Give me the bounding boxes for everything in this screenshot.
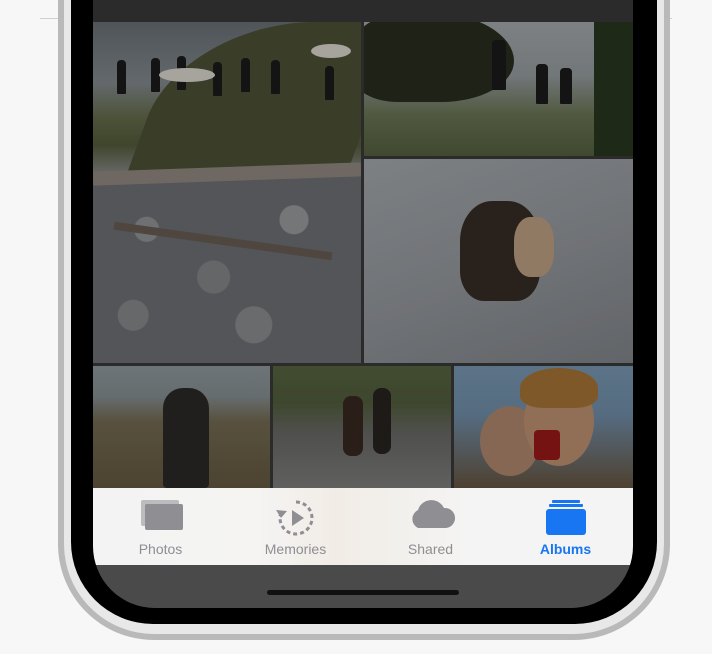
- tab-albums-label: Albums: [539, 541, 592, 557]
- cloud-icon: [406, 498, 456, 537]
- tab-memories[interactable]: Memories: [228, 488, 363, 565]
- tab-memories-label: Memories: [264, 541, 327, 557]
- photo-field-portrait[interactable]: [93, 366, 270, 488]
- photo-selfie[interactable]: [454, 366, 633, 488]
- home-bar-area: [93, 565, 633, 608]
- tab-photos-label: Photos: [138, 541, 183, 557]
- tab-bar: Photos Memories Shared Albums: [93, 488, 633, 565]
- home-indicator[interactable]: [267, 590, 459, 595]
- photo-piggyback-sand[interactable]: [364, 159, 633, 363]
- memories-icon: [275, 498, 317, 543]
- tab-shared[interactable]: Shared: [363, 488, 498, 565]
- photo-surfers-beach[interactable]: [93, 22, 361, 363]
- tab-albums[interactable]: Albums: [498, 488, 633, 565]
- photo-hikers[interactable]: [364, 22, 633, 156]
- tab-shared-label: Shared: [407, 541, 454, 557]
- tab-photos[interactable]: Photos: [93, 488, 228, 565]
- photos-icon: [138, 498, 184, 537]
- phone-screen: Photos Memories Shared Albums: [93, 0, 633, 608]
- albums-icon: [543, 498, 589, 541]
- photo-rocky-shore[interactable]: [273, 366, 451, 488]
